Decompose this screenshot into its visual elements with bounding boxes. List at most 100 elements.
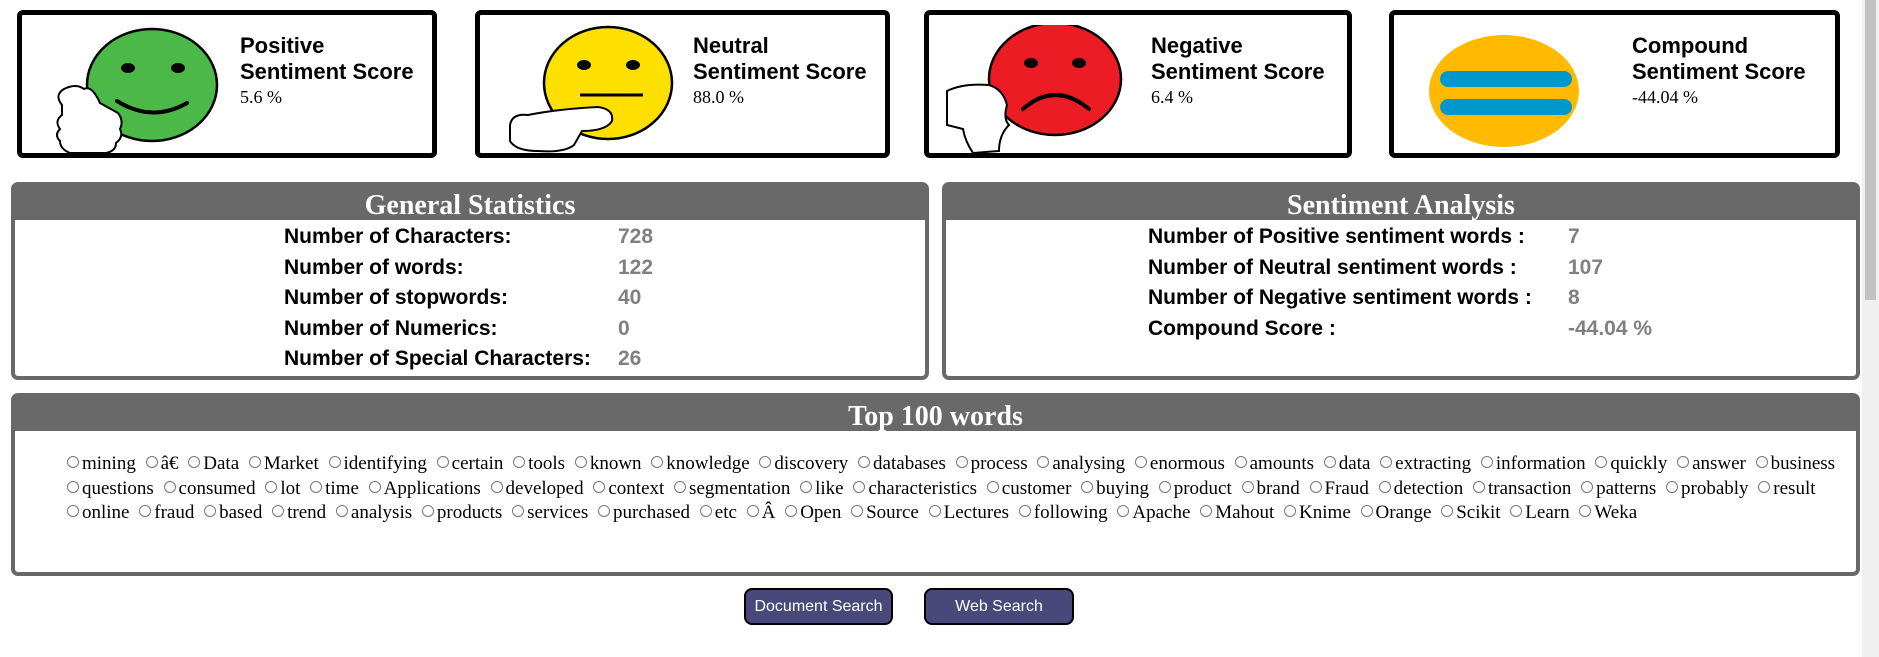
radio-button[interactable] [928,505,941,517]
radio-button[interactable] [1037,456,1050,468]
radio-button[interactable] [851,505,864,517]
radio-button[interactable] [513,456,526,468]
radio-button[interactable] [67,505,79,517]
word-option[interactable]: consumed [159,478,256,499]
word-option[interactable]: analysing [1032,453,1125,474]
word-option[interactable]: context [588,478,664,499]
radio-button[interactable] [1480,456,1493,468]
word-option[interactable]: transaction [1468,478,1571,499]
radio-button[interactable] [759,456,772,468]
word-option[interactable]: Fraud [1305,478,1369,499]
word-option[interactable]: tools [508,453,565,474]
radio-button[interactable] [265,480,278,493]
radio-button[interactable] [1323,456,1336,468]
word-option[interactable]: characteristics [848,478,977,499]
radio-button[interactable] [1380,456,1393,468]
radio-button[interactable] [858,456,871,468]
radio-button[interactable] [139,505,152,517]
word-option[interactable]: process [951,453,1028,474]
radio-button[interactable] [67,456,79,468]
radio-button[interactable] [1081,480,1094,493]
radio-button[interactable] [512,505,525,517]
radio-button[interactable] [1360,505,1373,517]
word-option[interactable]: enormous [1130,453,1225,474]
word-option[interactable]: brand [1237,478,1300,499]
word-option[interactable]: databases [853,453,946,474]
word-option[interactable]: products [417,502,502,523]
radio-button[interactable] [310,480,323,493]
document-search-button[interactable]: Document Search [744,588,893,625]
word-option[interactable]: amounts [1230,453,1314,474]
word-option[interactable]: Market [244,453,319,474]
radio-button[interactable] [1117,505,1130,517]
word-option[interactable]: segmentation [669,478,790,499]
word-option[interactable]: following [1014,502,1108,523]
word-option[interactable]: certain [432,453,503,474]
word-option[interactable]: Source [846,502,919,523]
radio-button[interactable] [1309,480,1322,493]
word-option[interactable]: extracting [1375,453,1471,474]
radio-button[interactable] [421,505,434,517]
radio-button[interactable] [1579,505,1592,517]
radio-button[interactable] [1241,480,1254,493]
radio-button[interactable] [1510,505,1523,517]
word-option[interactable]: product [1154,478,1232,499]
word-option[interactable]: etc [695,502,737,523]
radio-button[interactable] [986,480,999,493]
word-option[interactable]: questions [62,478,154,499]
radio-button[interactable] [335,505,348,517]
word-option[interactable]: Scikit [1436,502,1501,523]
radio-button[interactable] [1755,456,1768,468]
radio-button[interactable] [746,505,759,517]
word-option[interactable]: online [62,502,130,523]
radio-button[interactable] [1200,505,1213,517]
word-option[interactable]: Open [780,502,841,523]
word-option[interactable]: based [199,502,262,523]
word-option[interactable]: analysis [331,502,412,523]
word-option[interactable]: known [570,453,642,474]
word-option[interactable]: time [305,478,359,499]
word-option[interactable]: customer [982,478,1071,499]
radio-button[interactable] [1581,480,1594,493]
radio-button[interactable] [800,480,813,493]
word-option[interactable]: probably [1661,478,1749,499]
radio-button[interactable] [955,456,968,468]
word-option[interactable]: fraud [134,502,194,523]
word-option[interactable]: business [1751,453,1835,474]
radio-button[interactable] [188,456,201,468]
radio-button[interactable] [1018,505,1031,517]
word-option[interactable]: quickly [1590,453,1667,474]
word-option[interactable]: answer [1672,453,1746,474]
word-option[interactable]: Data [183,453,239,474]
word-option[interactable]: lot [260,478,300,499]
word-option[interactable]: buying [1076,478,1149,499]
word-option[interactable]: Weka [1574,502,1637,523]
word-option[interactable]: Â [742,502,775,523]
word-option[interactable]: â€ [141,453,179,474]
vertical-scrollbar[interactable] [1862,0,1879,657]
radio-button[interactable] [1441,505,1454,517]
word-option[interactable]: purchased [593,502,690,523]
radio-button[interactable] [853,480,866,493]
radio-button[interactable] [1677,456,1690,468]
word-option[interactable]: data [1319,453,1370,474]
radio-button[interactable] [328,456,341,468]
word-option[interactable]: Apache [1112,502,1190,523]
word-option[interactable]: like [795,478,844,499]
word-option[interactable]: information [1476,453,1586,474]
radio-button[interactable] [1378,480,1391,493]
word-option[interactable]: Learn [1505,502,1570,523]
radio-button[interactable] [1158,480,1171,493]
word-option[interactable]: patterns [1576,478,1656,499]
word-option[interactable]: trend [267,502,326,523]
word-option[interactable]: Knime [1279,502,1351,523]
word-option[interactable]: discovery [754,453,848,474]
word-option[interactable]: Orange [1356,502,1431,523]
word-option[interactable]: result [1753,478,1816,499]
radio-button[interactable] [1666,480,1678,493]
word-option[interactable]: detection [1374,478,1463,499]
scrollbar-thumb[interactable] [1865,0,1876,300]
radio-button[interactable] [1284,505,1297,517]
word-option[interactable]: mining [62,453,136,474]
radio-button[interactable] [145,456,158,468]
